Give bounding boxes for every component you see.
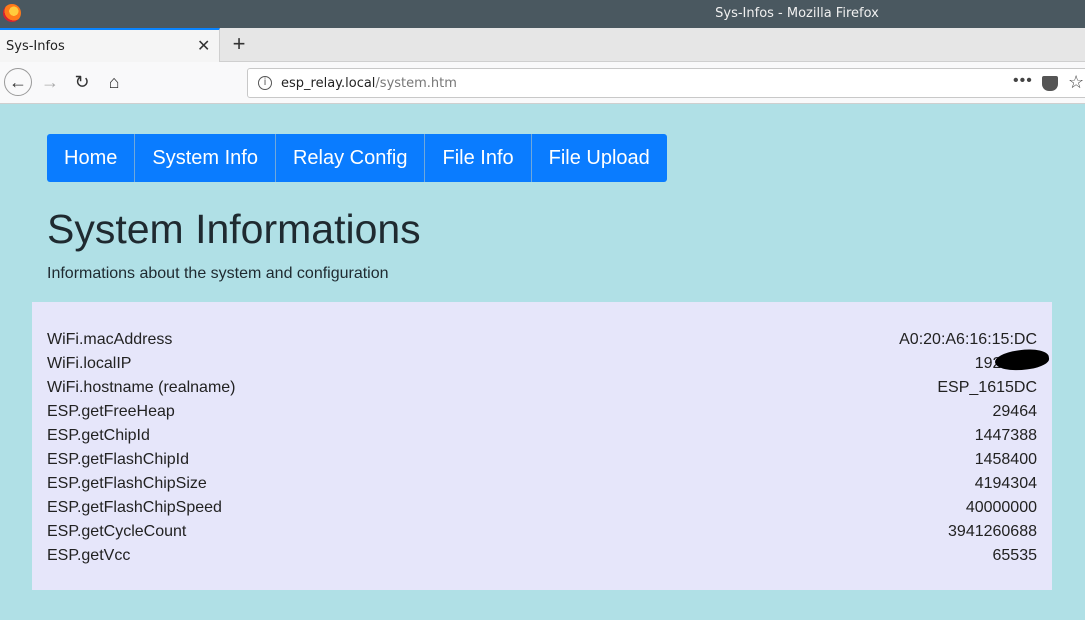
page-subtitle: Informations about the system and config… — [47, 265, 389, 282]
info-key: ESP.getFlashChipSize — [47, 475, 207, 492]
table-row: ESP.getChipId 1447388 — [47, 424, 1037, 448]
info-key: ESP.getCycleCount — [47, 523, 187, 540]
close-icon[interactable]: ✕ — [197, 36, 210, 56]
info-value: 65535 — [992, 547, 1038, 564]
pocket-icon[interactable] — [1042, 76, 1058, 91]
table-row: WiFi.macAddress A0:20:A6:16:15:DC — [47, 328, 1037, 352]
table-row: ESP.getFlashChipSpeed 40000000 — [47, 496, 1037, 520]
table-row: WiFi.localIP 192.168. — [47, 352, 1037, 376]
tab-sys-infos[interactable]: Sys-Infos ✕ — [0, 28, 220, 62]
url-text[interactable]: esp_relay.local/system.htm — [281, 76, 457, 91]
info-value: 1458400 — [974, 451, 1037, 468]
tab-title: Sys-Infos — [6, 39, 65, 54]
window-title: Sys-Infos - Mozilla Firefox — [715, 6, 879, 21]
info-value: 4194304 — [974, 475, 1037, 492]
url-host: esp_relay.local — [281, 76, 376, 91]
reload-icon[interactable]: ↻ — [68, 68, 96, 96]
info-key: WiFi.macAddress — [47, 331, 173, 348]
menu-item-relay-config[interactable]: Relay Config — [275, 134, 426, 182]
forward-arrow-icon[interactable]: → — [36, 68, 64, 96]
info-value: A0:20:A6:16:15:DC — [899, 331, 1037, 348]
back-arrow-icon[interactable]: ← — [4, 68, 32, 96]
url-bar[interactable]: i esp_relay.local/system.htm ••• ☆ — [247, 68, 1085, 98]
home-icon[interactable]: ⌂ — [100, 68, 128, 96]
page-menu: Home System Info Relay Config File Info … — [47, 134, 667, 182]
menu-item-home[interactable]: Home — [47, 134, 136, 182]
info-value: 3941260688 — [948, 523, 1037, 540]
info-key: WiFi.hostname (realname) — [47, 379, 236, 396]
info-value: 40000000 — [965, 499, 1037, 516]
table-row: ESP.getFlashChipId 1458400 — [47, 448, 1037, 472]
table-row: ESP.getCycleCount 3941260688 — [47, 520, 1037, 544]
tab-strip: Sys-Infos ✕ + — [0, 28, 1085, 62]
system-info-table: WiFi.macAddress A0:20:A6:16:15:DC WiFi.l… — [47, 328, 1037, 568]
info-value: 1447388 — [974, 427, 1037, 444]
info-key: ESP.getVcc — [47, 547, 131, 564]
info-key: ESP.getFlashChipId — [47, 451, 190, 468]
table-row: ESP.getFreeHeap 29464 — [47, 400, 1037, 424]
site-info-icon[interactable]: i — [258, 76, 272, 90]
info-value: 29464 — [992, 403, 1038, 420]
table-row: WiFi.hostname (realname) ESP_1615DC — [47, 376, 1037, 400]
info-key: WiFi.localIP — [47, 355, 132, 372]
new-tab-button[interactable]: + — [228, 31, 250, 57]
bookmark-star-icon[interactable]: ☆ — [1068, 72, 1084, 93]
menu-item-file-info[interactable]: File Info — [425, 134, 532, 182]
page-title: System Informations — [47, 206, 421, 252]
menu-item-system-info[interactable]: System Info — [135, 134, 276, 182]
info-key: ESP.getFlashChipSpeed — [47, 499, 222, 516]
info-value: ESP_1615DC — [937, 379, 1037, 396]
more-actions-icon[interactable]: ••• — [1013, 72, 1033, 90]
table-row: ESP.getVcc 65535 — [47, 544, 1037, 568]
menu-item-file-upload[interactable]: File Upload — [531, 134, 667, 182]
info-key: ESP.getFreeHeap — [47, 403, 175, 420]
url-path: /system.htm — [375, 76, 457, 91]
system-info-panel: WiFi.macAddress A0:20:A6:16:15:DC WiFi.l… — [32, 302, 1052, 590]
navigation-toolbar: ← → ↻ ⌂ i esp_relay.local/system.htm •••… — [0, 62, 1085, 104]
info-value: 192.168. — [619, 352, 1037, 376]
info-key: ESP.getChipId — [47, 427, 150, 444]
table-row: ESP.getFlashChipSize 4194304 — [47, 472, 1037, 496]
window-titlebar: Sys-Infos - Mozilla Firefox — [0, 0, 1085, 28]
